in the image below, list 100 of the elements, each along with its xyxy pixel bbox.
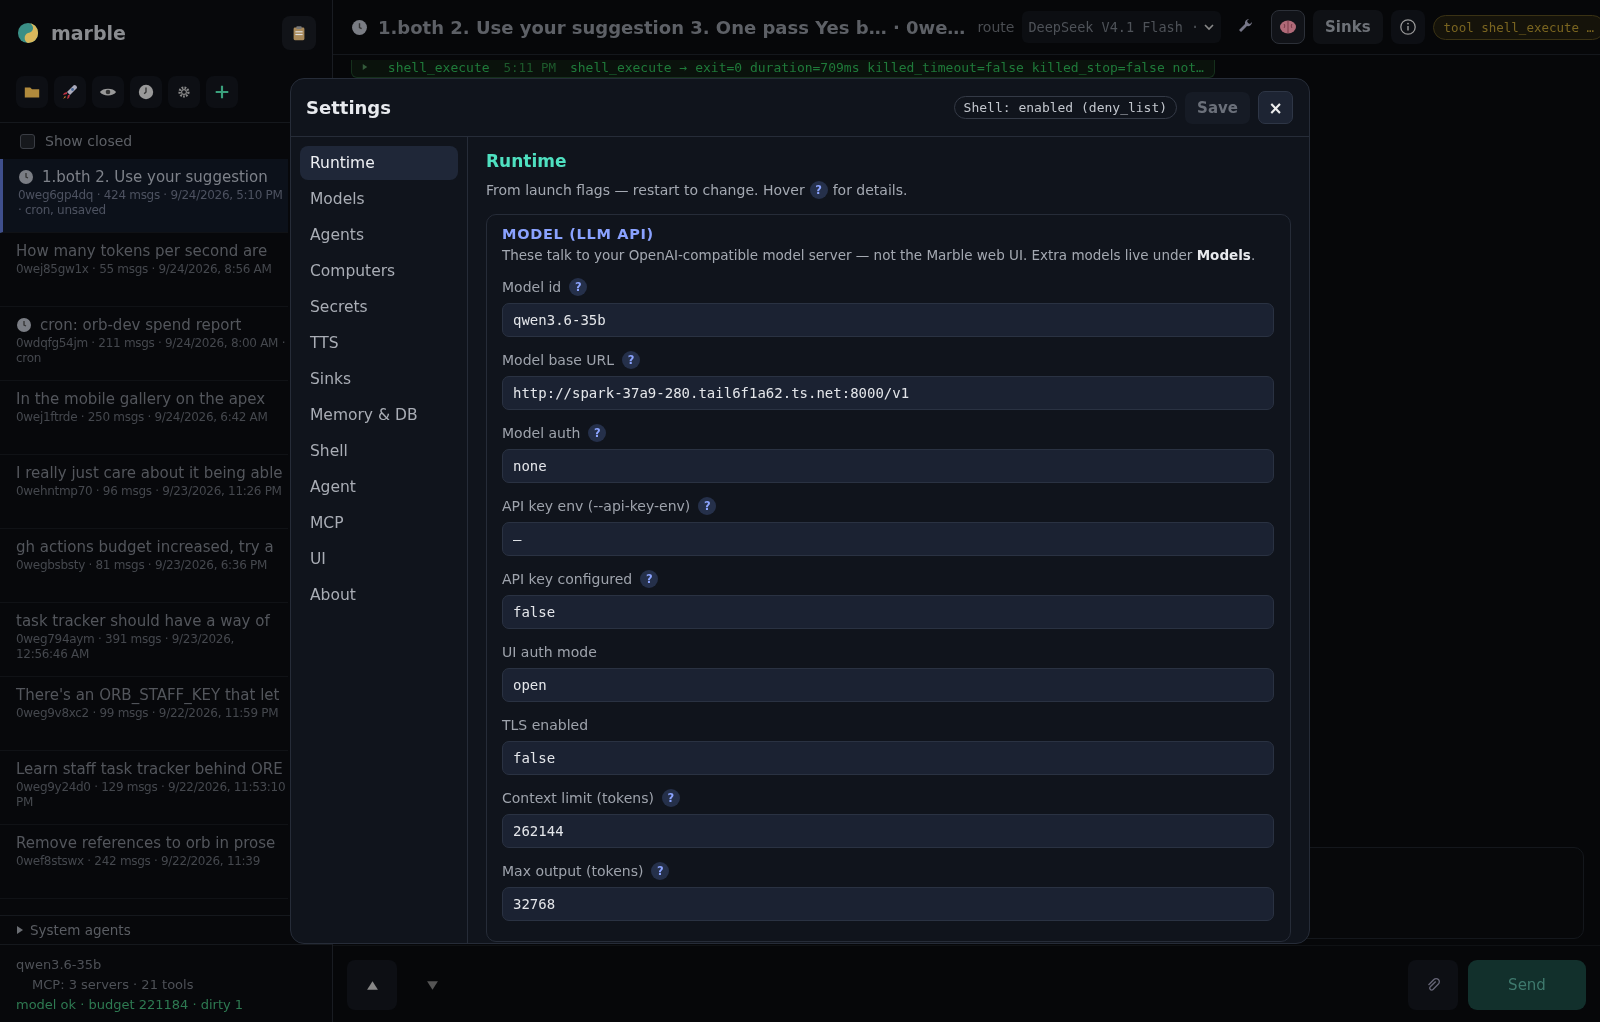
close-button[interactable]: × bbox=[1258, 91, 1293, 124]
session-item[interactable]: 1.both 2. Use your suggestion 0weg6gp4dq · 424 msgs · 9/24/2026, 5:10 PM · cron, unsaved bbox=[0, 159, 288, 233]
settings-nav-item[interactable]: Agents bbox=[300, 218, 458, 252]
session-title: cron: orb-dev spend report bbox=[40, 316, 242, 334]
settings-icon bbox=[176, 84, 192, 100]
clock-icon bbox=[351, 18, 368, 36]
mcp-status: MCP: 3 servers · 21 tools bbox=[31, 977, 195, 992]
session-meta: 0wdqfg54jm · 211 msgs · 9/24/2026, 8:00 AM · cron bbox=[16, 336, 286, 366]
settings-nav-item[interactable]: Models bbox=[300, 182, 458, 216]
settings-nav-item[interactable]: About bbox=[300, 578, 458, 612]
session-title: There's an ORB_STAFF_KEY that let bbox=[16, 686, 280, 704]
logo bbox=[17, 22, 39, 44]
session-title: task tracker should have a way of bbox=[16, 612, 270, 630]
eye-button[interactable] bbox=[92, 76, 124, 108]
info-icon bbox=[1398, 18, 1417, 36]
card-heading: MODEL (LLM API) bbox=[502, 226, 655, 242]
help-badge[interactable]: ? bbox=[661, 789, 680, 807]
help-badge[interactable]: ? bbox=[809, 181, 828, 199]
description-text: for details. bbox=[832, 182, 908, 198]
session-title: gh actions budget increased, try a bbox=[16, 538, 274, 556]
rocket-icon bbox=[60, 82, 80, 102]
send-button[interactable]: Send bbox=[1468, 960, 1586, 1010]
settings-nav-item[interactable]: Memory & DB bbox=[300, 398, 458, 432]
info-button[interactable] bbox=[1390, 10, 1425, 44]
dialog-title: Settings bbox=[306, 97, 392, 118]
route-label: route bbox=[977, 19, 1015, 35]
session-meta: 0wej85gw1x · 55 msgs · 9/24/2026, 8:56 AM bbox=[16, 262, 273, 277]
field-label: UI auth mode bbox=[502, 644, 597, 660]
help-badge[interactable]: ? bbox=[622, 351, 641, 369]
help-badge[interactable]: ? bbox=[569, 278, 588, 296]
save-button[interactable]: Save bbox=[1185, 91, 1250, 124]
settings-nav-item[interactable]: Agent bbox=[300, 470, 458, 504]
input-field[interactable]: 32768 bbox=[502, 887, 1274, 921]
settings-nav-item[interactable]: Secrets bbox=[300, 290, 458, 324]
caret-icon bbox=[362, 64, 368, 70]
field-label: Model base URL bbox=[502, 352, 615, 368]
add-button[interactable] bbox=[206, 76, 238, 108]
help-badge[interactable]: ? bbox=[588, 424, 607, 442]
session-title: Learn staff task tracker behind ORE bbox=[16, 760, 283, 778]
sinks-button[interactable]: Sinks bbox=[1313, 10, 1383, 44]
settings-nav-item[interactable]: Computers bbox=[300, 254, 458, 288]
card-description: These talk to your OpenAI-compatible model server — not the Marble web UI. Extra models live under Models. bbox=[502, 247, 1257, 263]
session-title: In the mobile gallery on the apex bbox=[16, 390, 266, 408]
tool-status-pill: tool shell_execute … bbox=[1432, 14, 1600, 40]
clock-button[interactable] bbox=[130, 76, 162, 108]
status-text: model ok · budget 221184 · dirty 1 bbox=[16, 997, 245, 1012]
settings-nav-item[interactable]: UI bbox=[300, 542, 458, 576]
chevron-icon bbox=[1203, 21, 1216, 33]
field-label: Model id bbox=[502, 279, 562, 295]
clock-icon bbox=[18, 169, 34, 185]
session-title: How many tokens per second are bbox=[16, 242, 268, 260]
session-meta: 0wej1ftrde · 250 msgs · 9/24/2026, 6:42 AM bbox=[16, 410, 269, 425]
field-label: Context limit (tokens) bbox=[502, 790, 654, 806]
plus-icon bbox=[213, 83, 231, 101]
caret-icon bbox=[16, 926, 24, 934]
settings-button[interactable] bbox=[168, 76, 200, 108]
model-name: qwen3.6-35b bbox=[16, 957, 103, 972]
session-meta: 0weg794aym · 391 msgs · 9/23/2026, 12:56:46 AM bbox=[16, 632, 236, 662]
input-field[interactable]: false bbox=[502, 595, 1274, 629]
session-meta: 0weg9y24d0 · 129 msgs · 9/22/2026, 11:53:10 PM bbox=[16, 780, 286, 810]
settings-nav-item[interactable]: MCP bbox=[300, 506, 458, 540]
session-title: 1.both 2. Use your suggestion bbox=[42, 168, 268, 186]
help-badge[interactable]: ? bbox=[640, 570, 659, 588]
app-name: marble bbox=[51, 22, 127, 44]
session-meta: 0weg6gp4dq · 424 msgs · 9/24/2026, 5:10 PM · cron, unsaved bbox=[18, 188, 284, 218]
field-label: API key configured bbox=[502, 571, 633, 587]
field-label: Max output (tokens) bbox=[502, 863, 644, 879]
up-triangle-icon bbox=[365, 978, 379, 992]
section-heading: Runtime bbox=[486, 151, 568, 171]
checkbox[interactable] bbox=[20, 133, 35, 149]
clipboard-button[interactable] bbox=[282, 16, 316, 50]
settings-nav-item[interactable]: Shell bbox=[300, 434, 458, 468]
session-meta: 0wegbsbsty · 81 msgs · 9/23/2026, 6:36 PM bbox=[16, 558, 268, 573]
session-meta: 0weg9v8xc2 · 99 msgs · 9/22/2026, 11:59 PM bbox=[16, 706, 280, 721]
settings-nav-item[interactable]: Runtime bbox=[300, 146, 458, 180]
input-field[interactable]: http://spark-37a9-280.tail6f1a62.ts.net:8000/v1 bbox=[502, 376, 1274, 410]
brain-button[interactable] bbox=[1271, 10, 1306, 44]
field-label: TLS enabled bbox=[502, 717, 589, 733]
help-badge[interactable]: ? bbox=[651, 862, 670, 880]
description-text: From launch flags — restart to change. Hover bbox=[486, 182, 805, 198]
checkbox-label: Show closed bbox=[45, 133, 133, 149]
session-title: Remove references to orb in prose bbox=[16, 834, 276, 852]
field-label: API key env (--api-key-env) bbox=[502, 498, 691, 514]
input-field[interactable]: 262144 bbox=[502, 814, 1274, 848]
input-field[interactable]: none bbox=[502, 449, 1274, 483]
down-triangle-icon bbox=[425, 978, 439, 992]
rocket-button[interactable] bbox=[54, 76, 86, 108]
input-field[interactable]: qwen3.6-35b bbox=[502, 303, 1274, 337]
session-meta: 0wef8stswx · 242 msgs · 9/22/2026, 11:39 bbox=[16, 854, 261, 869]
input-field[interactable]: false bbox=[502, 741, 1274, 775]
help-badge[interactable]: ? bbox=[698, 497, 717, 515]
settings-nav-item[interactable]: Sinks bbox=[300, 362, 458, 396]
session-meta: 0wehntmp70 · 96 msgs · 9/23/2026, 11:26 PM bbox=[16, 484, 283, 499]
clock-icon bbox=[16, 317, 32, 333]
settings-nav-item[interactable]: TTS bbox=[300, 326, 458, 360]
session-title: 1.both 2. Use your suggestion 3. One pass Yes b… · 0we… bbox=[378, 16, 966, 38]
input-field[interactable]: open bbox=[502, 668, 1274, 702]
folder-button[interactable] bbox=[16, 76, 48, 108]
input-field[interactable]: — bbox=[502, 522, 1274, 556]
session-title: I really just care about it being able bbox=[16, 464, 283, 482]
